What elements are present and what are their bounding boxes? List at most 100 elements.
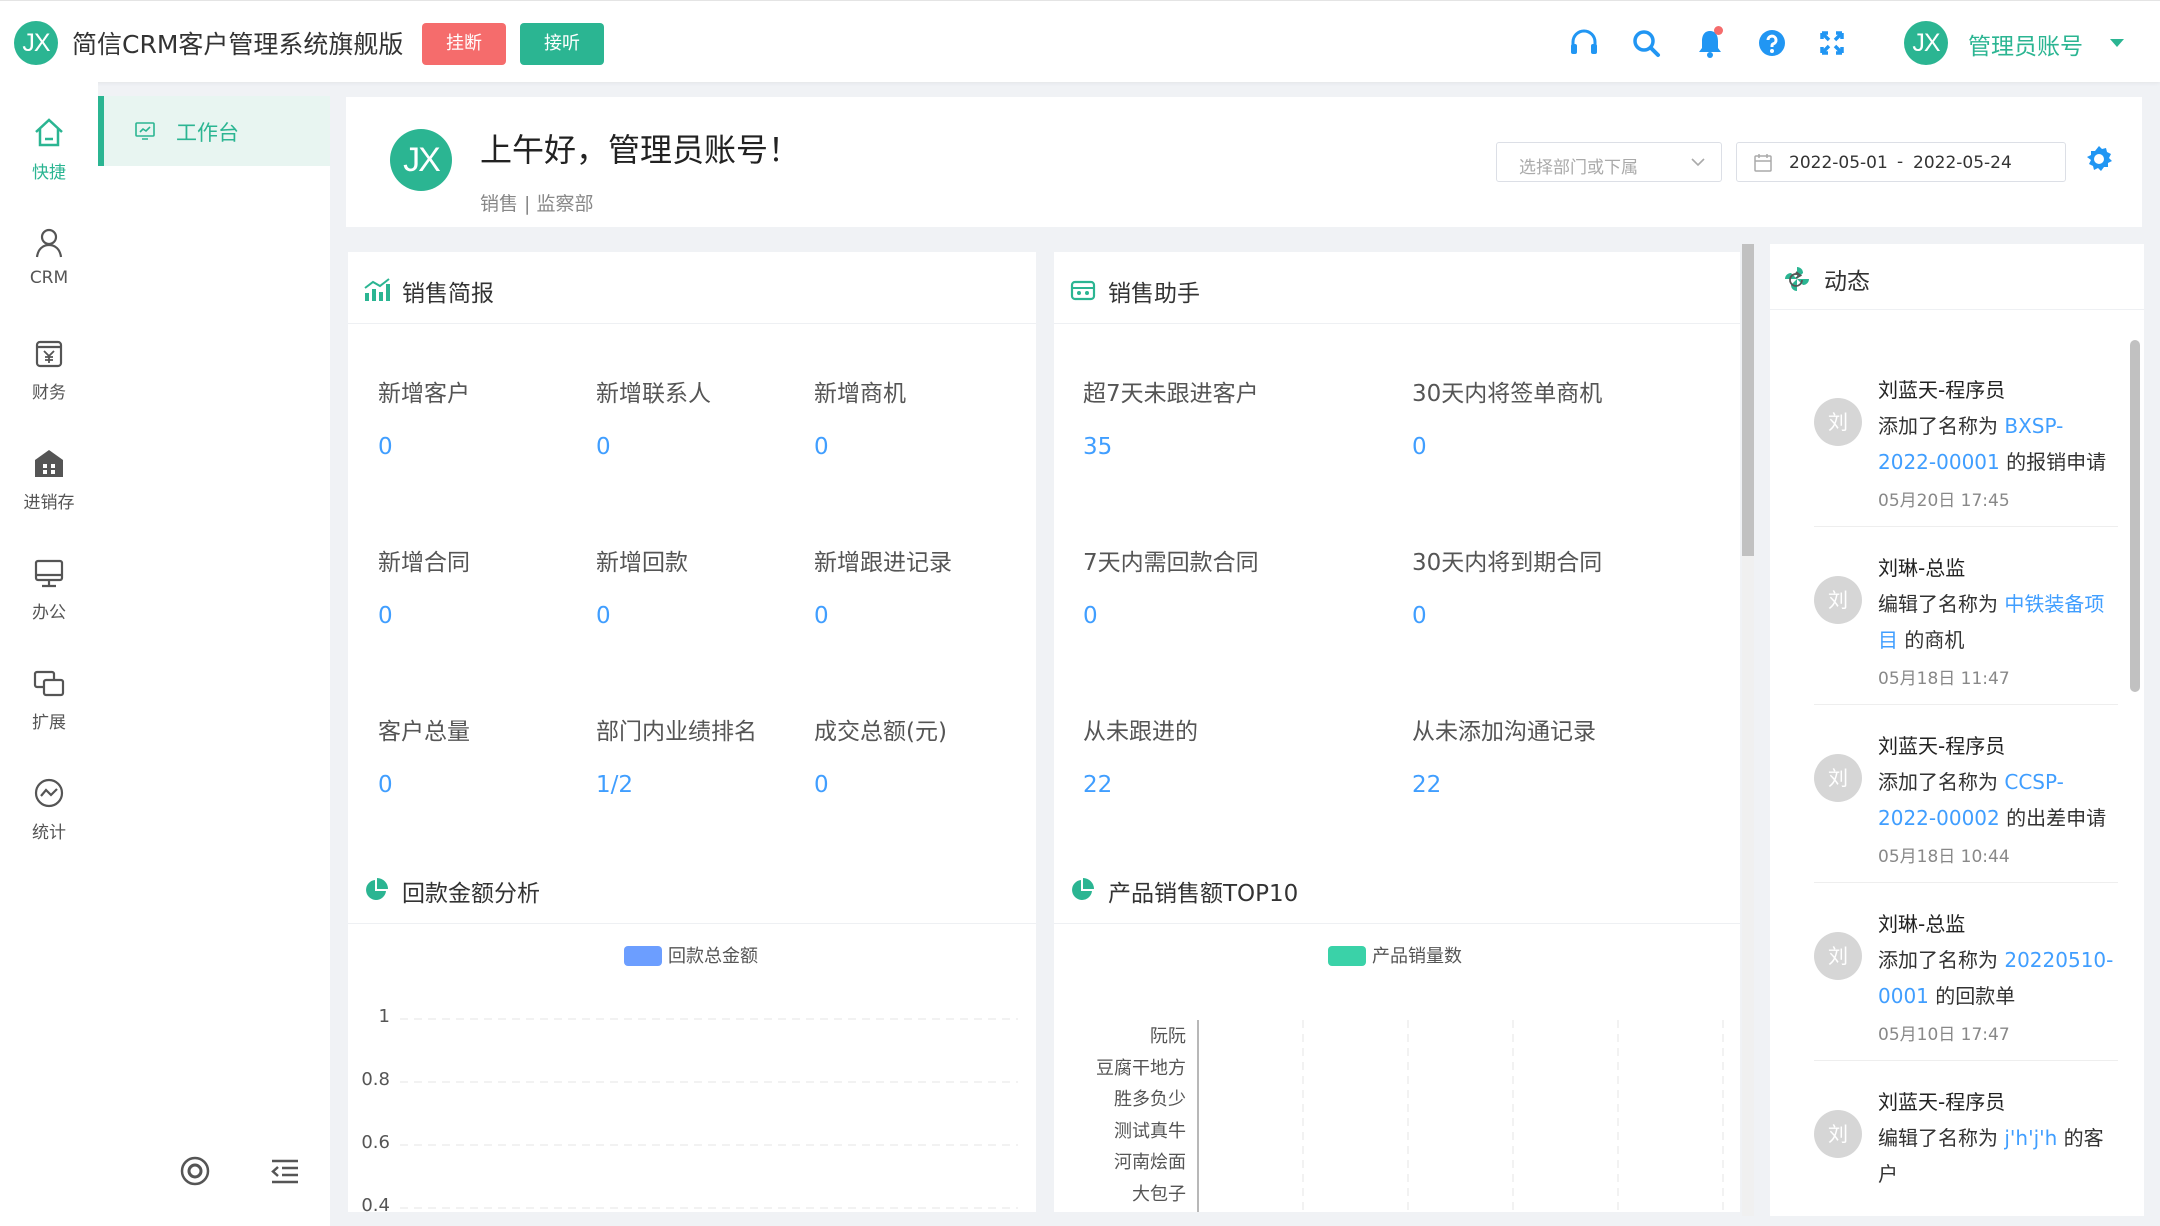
divider: [1814, 526, 2118, 527]
avatar: 刘: [1814, 932, 1862, 980]
activity-text: 添加了名称为 BXSP-2022-00001 的报销申请: [1878, 414, 2107, 474]
workbench-header: JX 上午好，管理员账号！ 销售 | 监察部 选择部门或下属 2022-05-0…: [346, 97, 2142, 227]
card-header: 销售助手: [1054, 252, 1740, 324]
help-icon[interactable]: [1756, 27, 1788, 59]
card-header: 销售简报: [348, 252, 1036, 324]
hangup-button[interactable]: 挂断: [422, 23, 506, 65]
activity-item[interactable]: 刘 刘琳-总监 编辑了名称为 中铁装备项目 的商机 05月18日 11:47: [1814, 552, 2118, 712]
activity-item[interactable]: 刘 刘蓝天-程序员 添加了名称为 CCSP-2022-00002 的出差申请 0…: [1814, 730, 2118, 890]
activity-text: 编辑了名称为 中铁装备项目 的商机: [1878, 592, 2105, 652]
avatar: JX: [390, 129, 452, 191]
nav-item-extend[interactable]: 扩展: [0, 666, 98, 766]
activity-link[interactable]: j'h'j'h: [2004, 1126, 2057, 1150]
product-top10-card: 产品销售额TOP10 产品销量数 阮阮 豆腐干地方 胜多负少 测试真牛 河南烩面…: [1054, 852, 1740, 1212]
activity-author: 刘蓝天-程序员: [1878, 734, 2006, 758]
stat-department-rank[interactable]: 部门内业绩排名 1/2: [596, 712, 757, 798]
stat-new-followups[interactable]: 新增跟进记录 0: [814, 543, 952, 629]
greeting: 上午好，管理员账号！: [480, 131, 801, 169]
monitor-icon: [34, 559, 64, 588]
nav-item-finance[interactable]: 财务: [0, 336, 98, 436]
stat-value[interactable]: 0: [814, 434, 906, 460]
subnav-item-workbench[interactable]: 工作台: [98, 96, 330, 166]
extend-icon: [33, 670, 65, 697]
category-label: 大包子: [1132, 1184, 1186, 1205]
stat-value[interactable]: 0: [596, 603, 688, 629]
stat-value[interactable]: 0: [814, 603, 952, 629]
user-avatar[interactable]: JX: [1904, 21, 1948, 65]
stat-never-followed[interactable]: 从未跟进的 22: [1083, 712, 1198, 798]
stat-value[interactable]: 0: [1083, 603, 1259, 629]
nav-label: 扩展: [32, 713, 66, 733]
nav-item-inventory[interactable]: 进销存: [0, 446, 98, 546]
stat-total-customers[interactable]: 客户总量 0: [378, 712, 470, 798]
search-icon[interactable]: [1630, 27, 1662, 59]
yen-box-icon: [35, 340, 63, 368]
chevron-down-icon: [1691, 158, 1705, 167]
chevron-down-icon[interactable]: [2110, 39, 2124, 47]
target-icon[interactable]: [178, 1154, 212, 1188]
stat-value[interactable]: 0: [378, 603, 470, 629]
card-header: 动态: [1770, 244, 2144, 310]
collapse-menu-icon[interactable]: [268, 1154, 302, 1188]
stat-new-contacts[interactable]: 新增联系人 0: [596, 374, 711, 460]
app-title: 简信CRM客户管理系统旗舰版: [72, 30, 404, 59]
stat-new-opportunities[interactable]: 新增商机 0: [814, 374, 906, 460]
date-range-picker[interactable]: 2022-05-01 - 2022-05-24: [1736, 142, 2066, 182]
stat-value[interactable]: 0: [596, 434, 711, 460]
stat-deal-total[interactable]: 成交总额(元) 0: [814, 712, 947, 798]
activity-scrollbar-thumb[interactable]: [2130, 340, 2140, 692]
gear-icon[interactable]: [2084, 144, 2114, 174]
date-end[interactable]: 2022-05-24: [1913, 153, 2012, 173]
stat-signing-opportunities[interactable]: 30天内将签单商机 0: [1412, 374, 1602, 460]
stat-new-customers[interactable]: 新增客户 0: [378, 374, 470, 460]
stat-no-communication[interactable]: 从未添加沟通记录 22: [1412, 712, 1596, 798]
main-scrollbar-thumb[interactable]: [1742, 244, 1754, 556]
user-name[interactable]: 管理员账号: [1968, 27, 2083, 61]
activity-time: 05月18日 11:47: [1878, 669, 2010, 689]
stat-payment-due-contracts[interactable]: 7天内需回款合同 0: [1083, 543, 1259, 629]
activity-item[interactable]: 刘 刘蓝天-程序员 添加了名称为 BXSP-2022-00001 的报销申请 0…: [1814, 374, 2118, 534]
stat-value[interactable]: 0: [1412, 603, 1602, 629]
stat-value[interactable]: 0: [378, 772, 470, 798]
nav-label: 办公: [32, 603, 66, 623]
avatar: 刘: [1814, 754, 1862, 802]
stat-value[interactable]: 0: [814, 772, 947, 798]
user-icon: [35, 228, 63, 258]
nav-item-office[interactable]: 办公: [0, 556, 98, 656]
stat-value[interactable]: 1/2: [596, 772, 757, 798]
avatar: 刘: [1814, 576, 1862, 624]
answer-button[interactable]: 接听: [520, 23, 604, 65]
stat-value[interactable]: 0: [378, 434, 470, 460]
stat-value[interactable]: 22: [1083, 772, 1198, 798]
activity-item[interactable]: 刘 刘琳-总监 添加了名称为 20220510-0001 的回款单 05月10日…: [1814, 908, 2118, 1068]
date-start[interactable]: 2022-05-01: [1789, 153, 1888, 173]
activity-item[interactable]: 刘 刘蓝天-程序员 编辑了名称为 j'h'j'h 的客户: [1814, 1086, 2118, 1216]
department-select[interactable]: 选择部门或下属: [1496, 142, 1722, 182]
nav-item-shortcut[interactable]: 快捷: [0, 116, 98, 216]
nav-item-stats[interactable]: 统计: [0, 776, 98, 876]
nav-label: CRM: [29, 268, 69, 288]
refresh-icon[interactable]: [1786, 270, 1806, 290]
nav-item-crm[interactable]: CRM: [0, 226, 98, 326]
stat-idle-customers[interactable]: 超7天未跟进客户 35: [1083, 374, 1259, 460]
divider: [1814, 704, 2118, 705]
department: 销售 | 监察部: [480, 193, 594, 215]
sub-nav: 工作台: [98, 96, 330, 1226]
stat-new-contracts[interactable]: 新增合同 0: [378, 543, 470, 629]
stat-value[interactable]: 22: [1412, 772, 1596, 798]
notification-dot: [1714, 26, 1723, 35]
category-label: 阮阮: [1150, 1026, 1186, 1047]
date-separator: -: [1897, 152, 1904, 172]
activity-author: 刘琳-总监: [1878, 912, 1966, 936]
stat-new-payments[interactable]: 新增回款 0: [596, 543, 688, 629]
stat-expiring-contracts[interactable]: 30天内将到期合同 0: [1412, 543, 1602, 629]
headset-icon[interactable]: [1568, 27, 1600, 59]
fullscreen-icon[interactable]: [1816, 27, 1848, 59]
sales-assistant-card: 销售助手 超7天未跟进客户 35 30天内将签单商机 0 7天内需回款合同 0 30天…: [1054, 252, 1740, 852]
stat-value[interactable]: 35: [1083, 434, 1259, 460]
nav-label: 快捷: [32, 163, 66, 183]
activity-time: 05月10日 17:47: [1878, 1025, 2010, 1045]
bar-chart-icon: [364, 278, 390, 301]
stat-value[interactable]: 0: [1412, 434, 1602, 460]
avatar: 刘: [1814, 1110, 1862, 1158]
